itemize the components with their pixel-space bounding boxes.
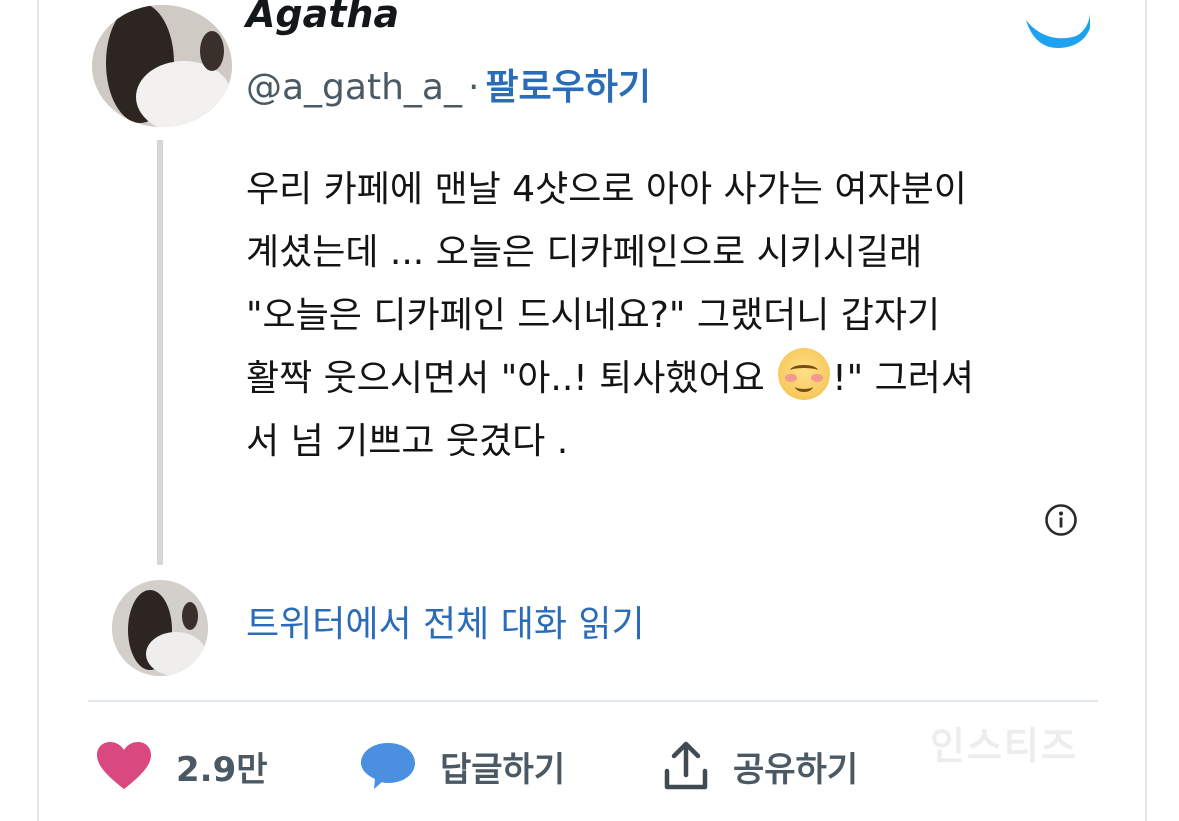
- share-upload-icon: [664, 741, 708, 790]
- tweet-line: 서 넘 기쁘고 웃겼다 .: [246, 421, 569, 462]
- site-watermark: 인스티즈: [930, 724, 1078, 768]
- avatar-photo: [112, 580, 208, 676]
- reply-button[interactable]: 답글하기: [360, 740, 565, 792]
- author-handle[interactable]: @a_gath_a_: [246, 67, 462, 108]
- tweet-line: 계셨는데 ... 오늘은 디카페인으로 시키시길래: [246, 232, 923, 273]
- tweet-line: 우리 카페에 맨날 4샷으로 아아 사가는 여자분이: [246, 169, 967, 210]
- read-full-conversation-link[interactable]: 트위터에서 전체 대화 읽기: [246, 600, 645, 650]
- avatar-photo: [92, 5, 232, 127]
- author-handle-row: @a_gath_a_ · 팔로우하기: [246, 64, 651, 112]
- thread-connector-line: [157, 140, 163, 565]
- twitter-bird-icon[interactable]: [1022, 10, 1092, 50]
- blushing-smile-emoji-icon: [778, 348, 831, 400]
- heart-icon: [97, 742, 151, 789]
- author-name[interactable]: Agatha: [246, 0, 399, 34]
- author-avatar[interactable]: [92, 5, 232, 127]
- separator-dot: ·: [467, 67, 480, 108]
- tweet-text: 우리 카페에 맨날 4샷으로 아아 사가는 여자분이 계셨는데 ... 오늘은 …: [246, 158, 1106, 473]
- follow-button[interactable]: 팔로우하기: [485, 67, 651, 108]
- tweet-line-part: !" 그러셔: [832, 358, 975, 399]
- speech-bubble-icon: [361, 743, 415, 789]
- conversation-avatar[interactable]: [112, 580, 208, 676]
- tweet-line-part: 활짝 웃으시면서 "아..! 퇴사했어요: [246, 358, 765, 399]
- share-button[interactable]: 공유하기: [663, 740, 858, 792]
- info-icon[interactable]: [1044, 503, 1078, 537]
- actions-divider: [88, 700, 1098, 702]
- tweet-line: "오늘은 디카페인 드시네요?" 그랬더니 갑자기: [246, 295, 941, 336]
- like-button[interactable]: 2.9만: [96, 740, 268, 792]
- like-count: 2.9만: [176, 749, 268, 790]
- share-label: 공유하기: [733, 749, 859, 790]
- tweet-line: 활짝 웃으시면서 "아..! 퇴사했어요 !" 그러셔: [246, 347, 1106, 410]
- reply-label: 답글하기: [440, 749, 566, 790]
